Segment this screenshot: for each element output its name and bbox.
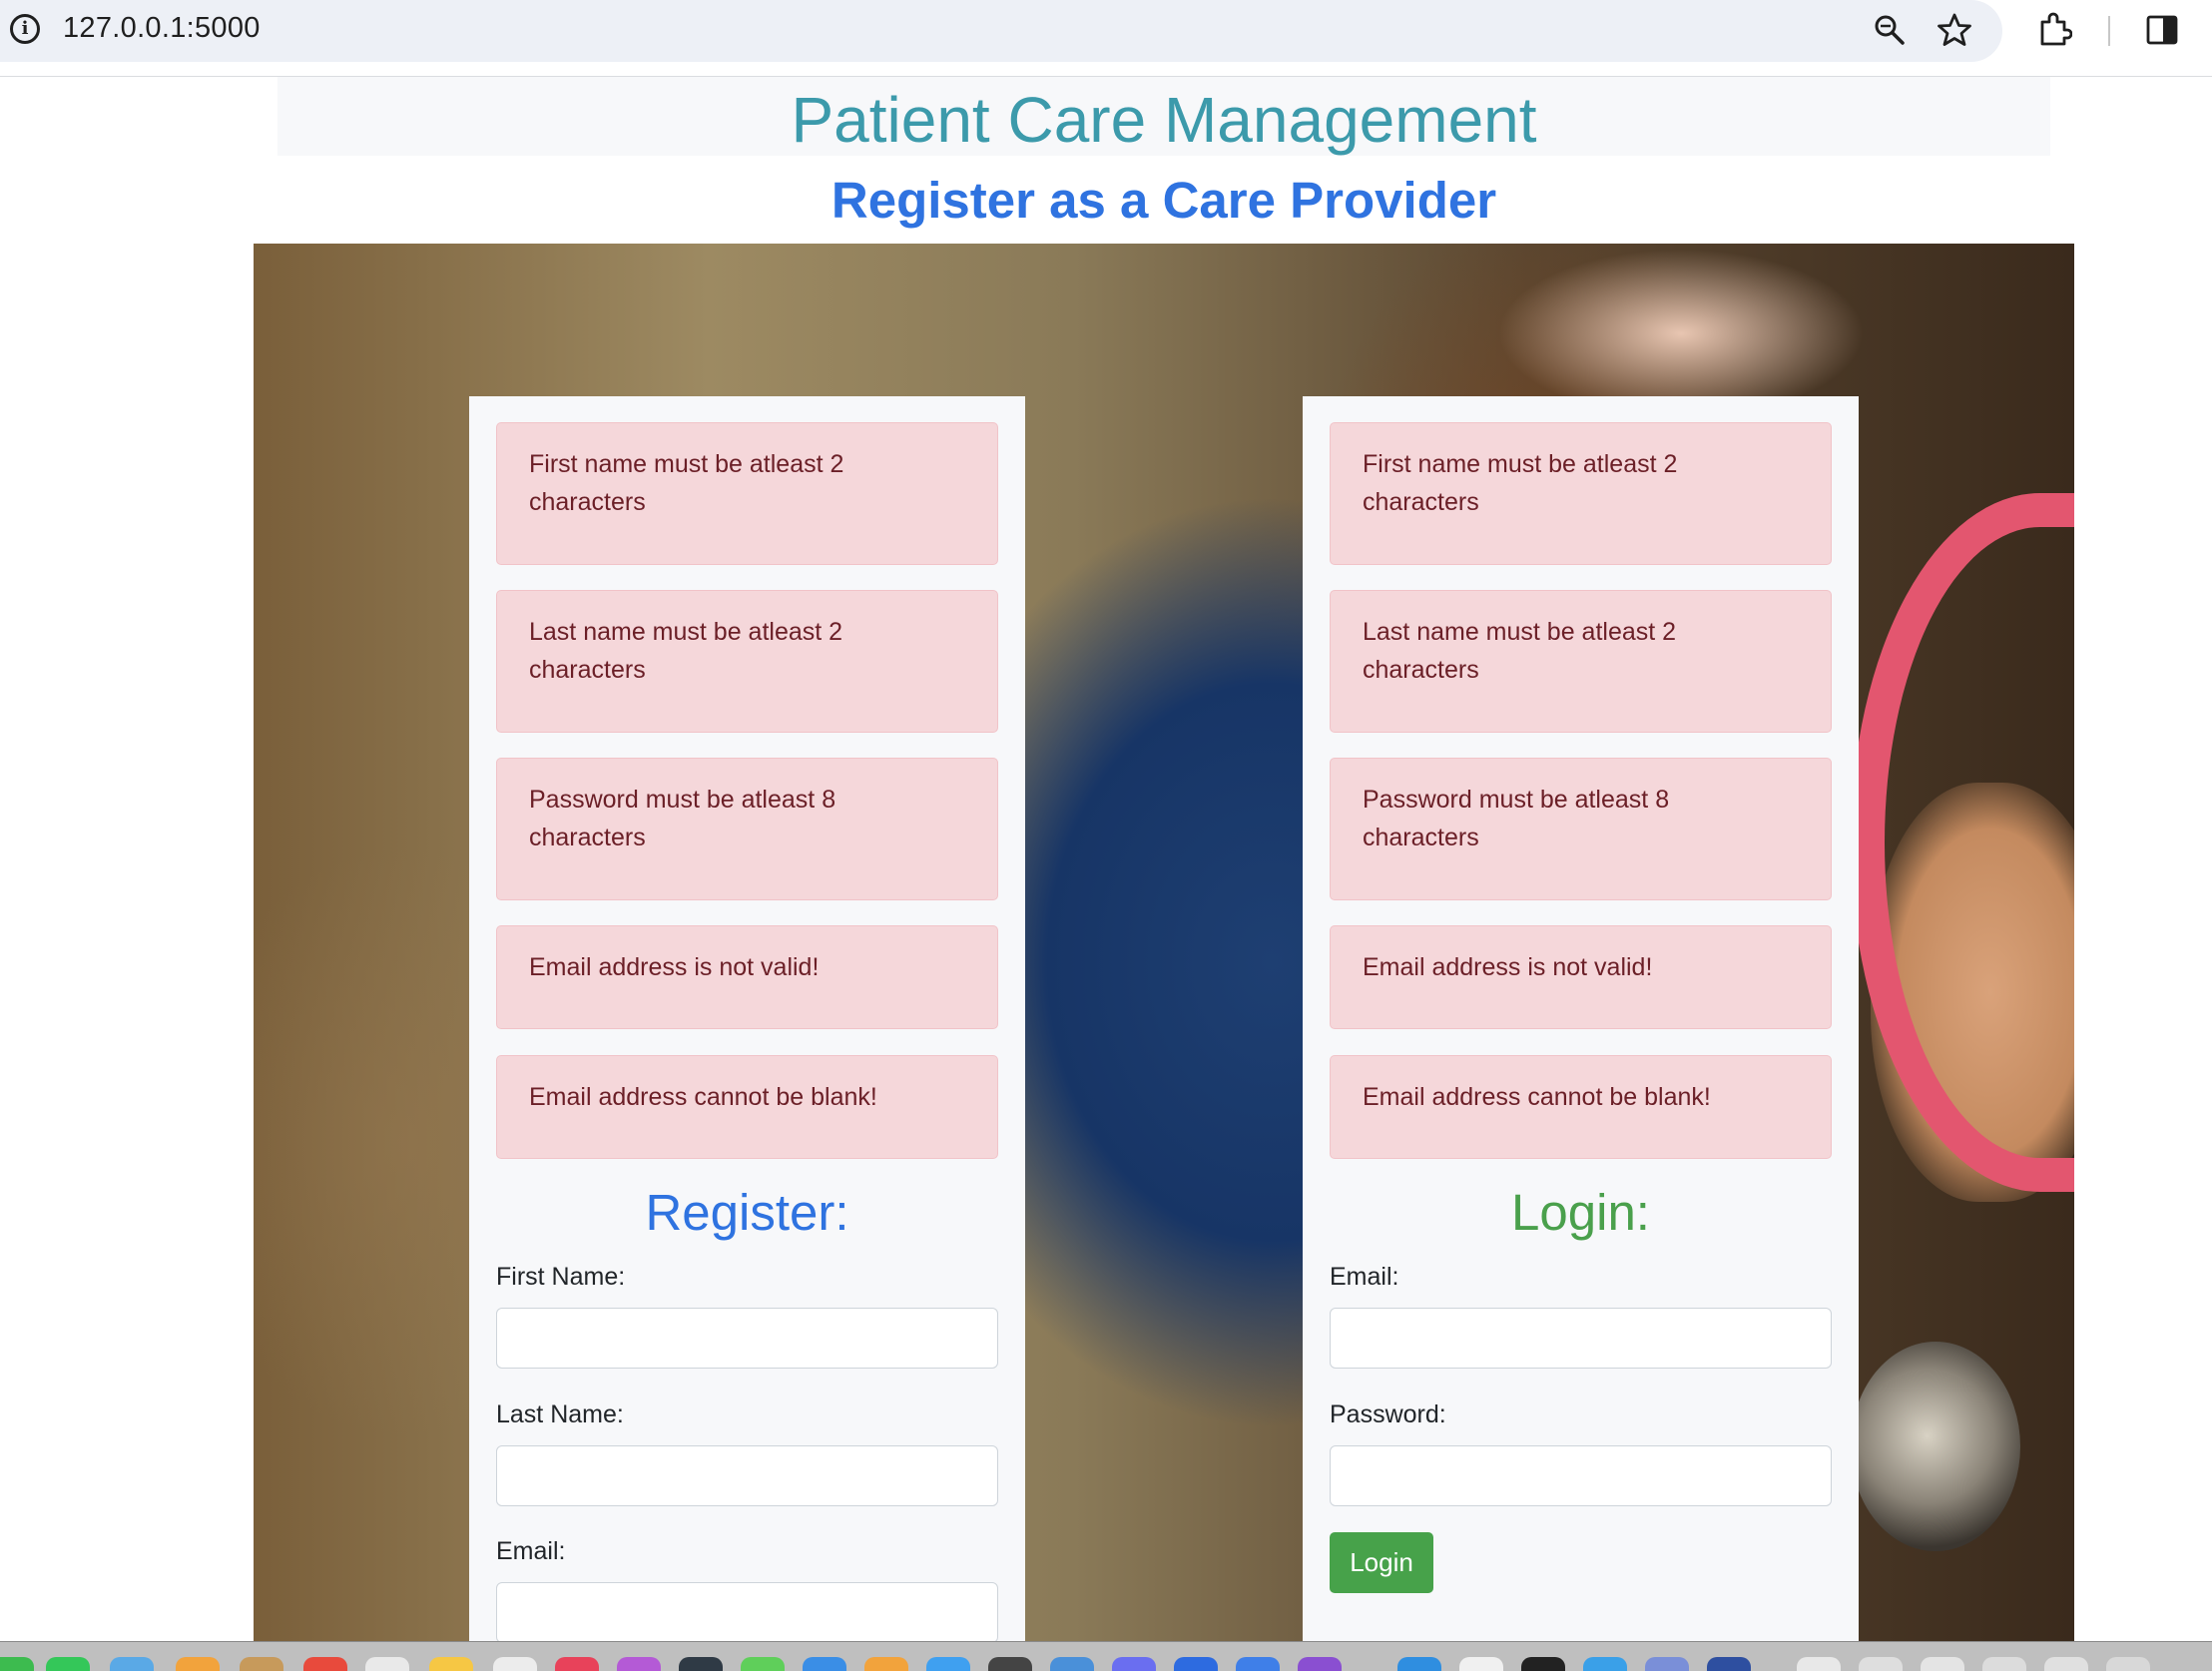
error-alert: Email address cannot be blank! xyxy=(1330,1055,1832,1159)
dock-app-icon[interactable] xyxy=(864,1657,908,1671)
bookmark-star-icon[interactable] xyxy=(1936,12,1972,48)
page-subtitle: Register as a Care Provider xyxy=(830,172,1497,229)
error-alert: First name must be atleast 2 characters xyxy=(1330,422,1832,565)
login-email-label: Email: xyxy=(1330,1263,1399,1291)
email-input[interactable] xyxy=(496,1582,998,1643)
dock-app-icon[interactable] xyxy=(493,1657,537,1671)
dock-app-icon[interactable] xyxy=(2106,1657,2150,1671)
error-alert: Email address is not valid! xyxy=(1330,925,1832,1029)
dock-app-icon[interactable] xyxy=(1521,1657,1565,1671)
page-title: Patient Care Management xyxy=(791,84,1537,156)
dock-app-icon[interactable] xyxy=(0,1657,34,1671)
error-alert: First name must be atleast 2 characters xyxy=(496,422,998,565)
login-panel: First name must be atleast 2 characters … xyxy=(1303,396,1859,1654)
error-alert: Last name must be atleast 2 characters xyxy=(496,590,998,733)
error-text: Email address is not valid! xyxy=(529,953,820,981)
register-panel: First name must be atleast 2 characters … xyxy=(469,396,1025,1654)
dock-app-icon[interactable] xyxy=(1112,1657,1156,1671)
register-heading: Register: xyxy=(645,1184,849,1241)
first-name-input[interactable] xyxy=(496,1308,998,1369)
dock-app-icon[interactable] xyxy=(926,1657,970,1671)
dock-app-icon[interactable] xyxy=(176,1657,220,1671)
dock-app-icon[interactable] xyxy=(240,1657,283,1671)
dock-app-icon[interactable] xyxy=(1645,1657,1689,1671)
login-heading: Login: xyxy=(1511,1184,1650,1241)
dock-app-icon[interactable] xyxy=(1050,1657,1094,1671)
toolbar-separator xyxy=(2108,16,2110,46)
error-text: Password must be atleast 8 characters xyxy=(1363,786,1670,851)
dock-app-icon[interactable] xyxy=(1583,1657,1627,1671)
error-text: Last name must be atleast 2 characters xyxy=(529,618,843,684)
email-label: Email: xyxy=(496,1537,566,1565)
dock-app-icon[interactable] xyxy=(1982,1657,2026,1671)
dock-app-icon[interactable] xyxy=(110,1657,154,1671)
dock-app-icon[interactable] xyxy=(1797,1657,1841,1671)
error-text: Last name must be atleast 2 characters xyxy=(1363,618,1677,684)
dock-app-icon[interactable] xyxy=(679,1657,723,1671)
first-name-label: First Name: xyxy=(496,1263,626,1291)
dock-app-icon[interactable] xyxy=(1298,1657,1342,1671)
address-bar[interactable]: i 127.0.0.1:5000 xyxy=(0,0,2002,62)
dock-app-icon[interactable] xyxy=(429,1657,473,1671)
dock-app-icon[interactable] xyxy=(988,1657,1032,1671)
dock xyxy=(0,1641,2212,1671)
browser-toolbar: i 127.0.0.1:5000 xyxy=(0,0,2212,77)
password-label: Password: xyxy=(1330,1400,1446,1428)
password-input[interactable] xyxy=(1330,1445,1832,1506)
dock-app-icon[interactable] xyxy=(46,1657,90,1671)
dock-app-icon[interactable] xyxy=(2044,1657,2088,1671)
error-alert: Last name must be atleast 2 characters xyxy=(1330,590,1832,733)
dock-app-icon[interactable] xyxy=(555,1657,599,1671)
dock-app-icon[interactable] xyxy=(365,1657,409,1671)
dock-app-icon[interactable] xyxy=(1859,1657,1903,1671)
error-text: Email address cannot be blank! xyxy=(529,1083,877,1111)
dock-app-icon[interactable] xyxy=(1459,1657,1503,1671)
extensions-icon[interactable] xyxy=(2036,12,2072,48)
dock-app-icon[interactable] xyxy=(303,1657,347,1671)
error-alert: Email address cannot be blank! xyxy=(496,1055,998,1159)
error-text: Email address cannot be blank! xyxy=(1363,1083,1711,1111)
dock-app-icon[interactable] xyxy=(1397,1657,1441,1671)
dock-app-icon[interactable] xyxy=(741,1657,785,1671)
login-button[interactable]: Login xyxy=(1330,1532,1433,1593)
error-alert: Password must be atleast 8 characters xyxy=(1330,758,1832,900)
error-text: First name must be atleast 2 characters xyxy=(1363,450,1678,516)
url-text[interactable]: 127.0.0.1:5000 xyxy=(63,12,261,45)
last-name-input[interactable] xyxy=(496,1445,998,1506)
side-panel-icon[interactable] xyxy=(2144,12,2180,48)
info-icon[interactable]: i xyxy=(10,14,40,44)
error-alert: Email address is not valid! xyxy=(496,925,998,1029)
dock-app-icon[interactable] xyxy=(1921,1657,1964,1671)
photo-stethoscope-head xyxy=(1851,1342,2020,1551)
page-content: Patient Care Management Register as a Ca… xyxy=(0,77,2212,1654)
login-email-input[interactable] xyxy=(1330,1308,1832,1369)
dock-app-icon[interactable] xyxy=(1236,1657,1280,1671)
dock-app-icon[interactable] xyxy=(1707,1657,1751,1671)
dock-app-icon[interactable] xyxy=(617,1657,661,1671)
error-text: Email address is not valid! xyxy=(1363,953,1653,981)
dock-app-icon[interactable] xyxy=(803,1657,846,1671)
error-text: First name must be atleast 2 characters xyxy=(529,450,844,516)
zoom-icon[interactable] xyxy=(1872,12,1908,48)
error-alert: Password must be atleast 8 characters xyxy=(496,758,998,900)
error-text: Password must be atleast 8 characters xyxy=(529,786,836,851)
dock-app-icon[interactable] xyxy=(1174,1657,1218,1671)
last-name-label: Last Name: xyxy=(496,1400,624,1428)
